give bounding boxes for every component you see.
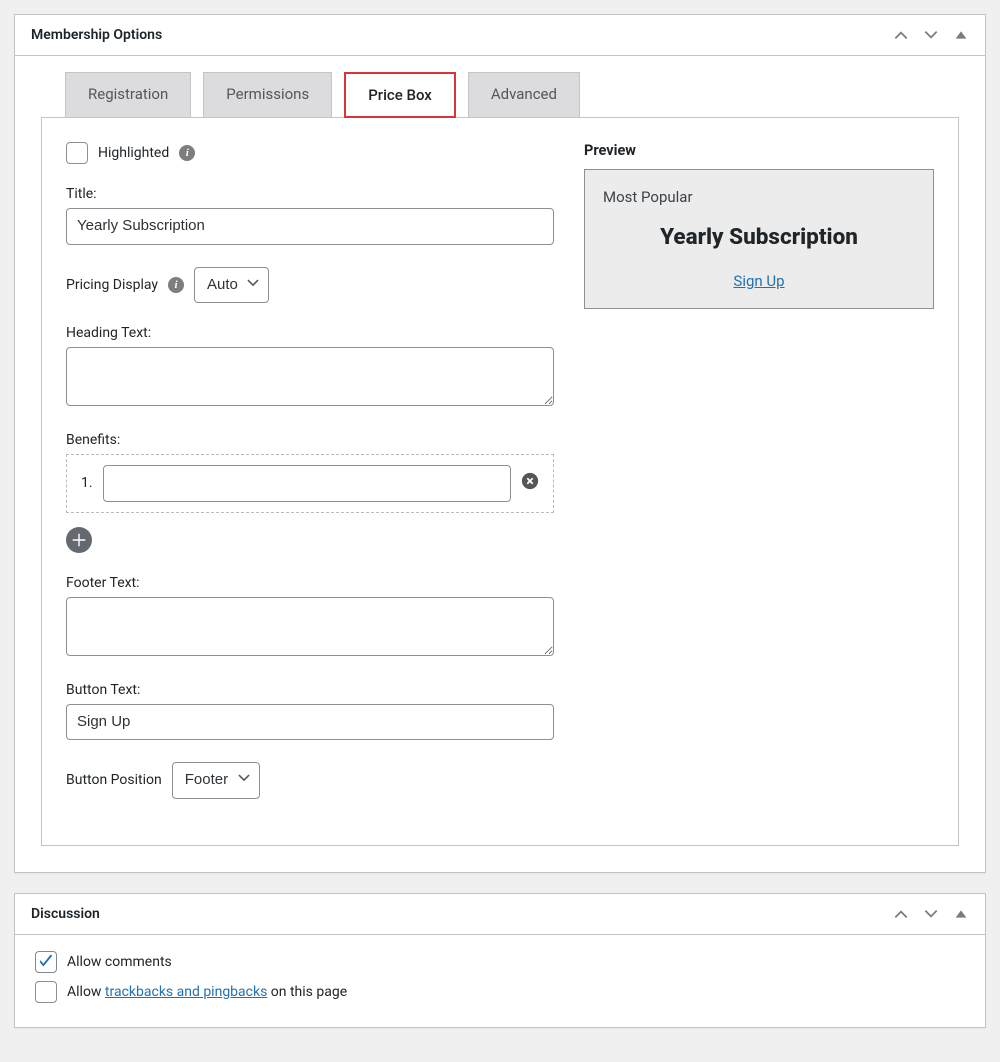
tab-nav: Registration Permissions Price Box Advan…: [65, 72, 959, 118]
preview-signup-link[interactable]: Sign Up: [733, 272, 784, 290]
plus-icon: [72, 533, 86, 547]
tab-price-box[interactable]: Price Box: [344, 72, 456, 118]
title-input[interactable]: [66, 208, 554, 245]
button-text-label: Button Text:: [66, 682, 554, 698]
close-icon: [521, 472, 539, 490]
discussion-inside: Allow comments Allow trackbacks and ping…: [15, 935, 985, 1027]
pricebox-form-column: Highlighted i Title: Pricing Display i A…: [66, 142, 554, 821]
pricing-display-label: Pricing Display: [66, 277, 158, 293]
remove-benefit-button[interactable]: [521, 472, 539, 494]
benefit-number: 1.: [81, 475, 93, 491]
toggle-panel-button[interactable]: [949, 23, 973, 47]
membership-options-panel: Membership Options Registration Permissi…: [14, 14, 986, 873]
heading-text-label: Heading Text:: [66, 325, 554, 341]
heading-text-input[interactable]: [66, 347, 554, 406]
order-up-button[interactable]: [889, 23, 913, 47]
panel-actions: [889, 902, 985, 926]
footer-text-label: Footer Text:: [66, 575, 554, 591]
button-text-input[interactable]: [66, 704, 554, 741]
title-label: Title:: [66, 186, 554, 202]
panel-title: Discussion: [15, 894, 116, 934]
highlighted-label: Highlighted: [98, 145, 169, 161]
tab-content: Highlighted i Title: Pricing Display i A…: [41, 117, 959, 846]
discussion-header: Discussion: [15, 894, 985, 935]
toggle-panel-button[interactable]: [949, 902, 973, 926]
allow-comments-label: Allow comments: [67, 954, 172, 970]
benefit-input[interactable]: [103, 465, 511, 502]
button-position-label: Button Position: [66, 772, 162, 788]
discussion-panel: Discussion Allow comments Allow trackbac…: [14, 893, 986, 1028]
chevron-up-icon: [892, 26, 910, 44]
caret-up-icon: [952, 905, 970, 923]
highlighted-checkbox[interactable]: [66, 142, 88, 164]
preview-most-popular: Most Popular: [603, 188, 915, 206]
button-position-select[interactable]: Footer: [172, 762, 260, 799]
info-icon[interactable]: i: [168, 277, 184, 293]
check-icon: [37, 953, 55, 971]
order-down-button[interactable]: [919, 902, 943, 926]
chevron-up-icon: [892, 905, 910, 923]
footer-text-input[interactable]: [66, 597, 554, 656]
tab-permissions[interactable]: Permissions: [203, 72, 332, 118]
allow-trackbacks-label: Allow trackbacks and pingbacks on this p…: [67, 984, 347, 1000]
benefits-label: Benefits:: [66, 432, 554, 448]
tab-registration[interactable]: Registration: [65, 72, 191, 118]
preview-box: Most Popular Yearly Subscription Sign Up: [584, 169, 934, 309]
order-up-button[interactable]: [889, 902, 913, 926]
order-down-button[interactable]: [919, 23, 943, 47]
chevron-down-icon: [922, 905, 940, 923]
preview-title: Yearly Subscription: [603, 224, 915, 250]
membership-inside: Registration Permissions Price Box Advan…: [15, 56, 985, 872]
benefit-row: 1.: [66, 454, 554, 513]
tab-advanced[interactable]: Advanced: [468, 72, 580, 118]
allow-trackbacks-checkbox[interactable]: [35, 981, 57, 1003]
add-benefit-button[interactable]: [66, 527, 554, 553]
info-icon[interactable]: i: [179, 145, 195, 161]
panel-actions: [889, 23, 985, 47]
pricing-display-select[interactable]: Auto: [194, 267, 269, 304]
trackbacks-link[interactable]: trackbacks and pingbacks: [105, 984, 267, 1000]
caret-up-icon: [952, 26, 970, 44]
preview-column: Preview Most Popular Yearly Subscription…: [584, 142, 934, 821]
preview-header: Preview: [584, 142, 934, 159]
panel-title: Membership Options: [15, 15, 178, 55]
chevron-down-icon: [922, 26, 940, 44]
allow-comments-checkbox[interactable]: [35, 951, 57, 973]
membership-header: Membership Options: [15, 15, 985, 56]
